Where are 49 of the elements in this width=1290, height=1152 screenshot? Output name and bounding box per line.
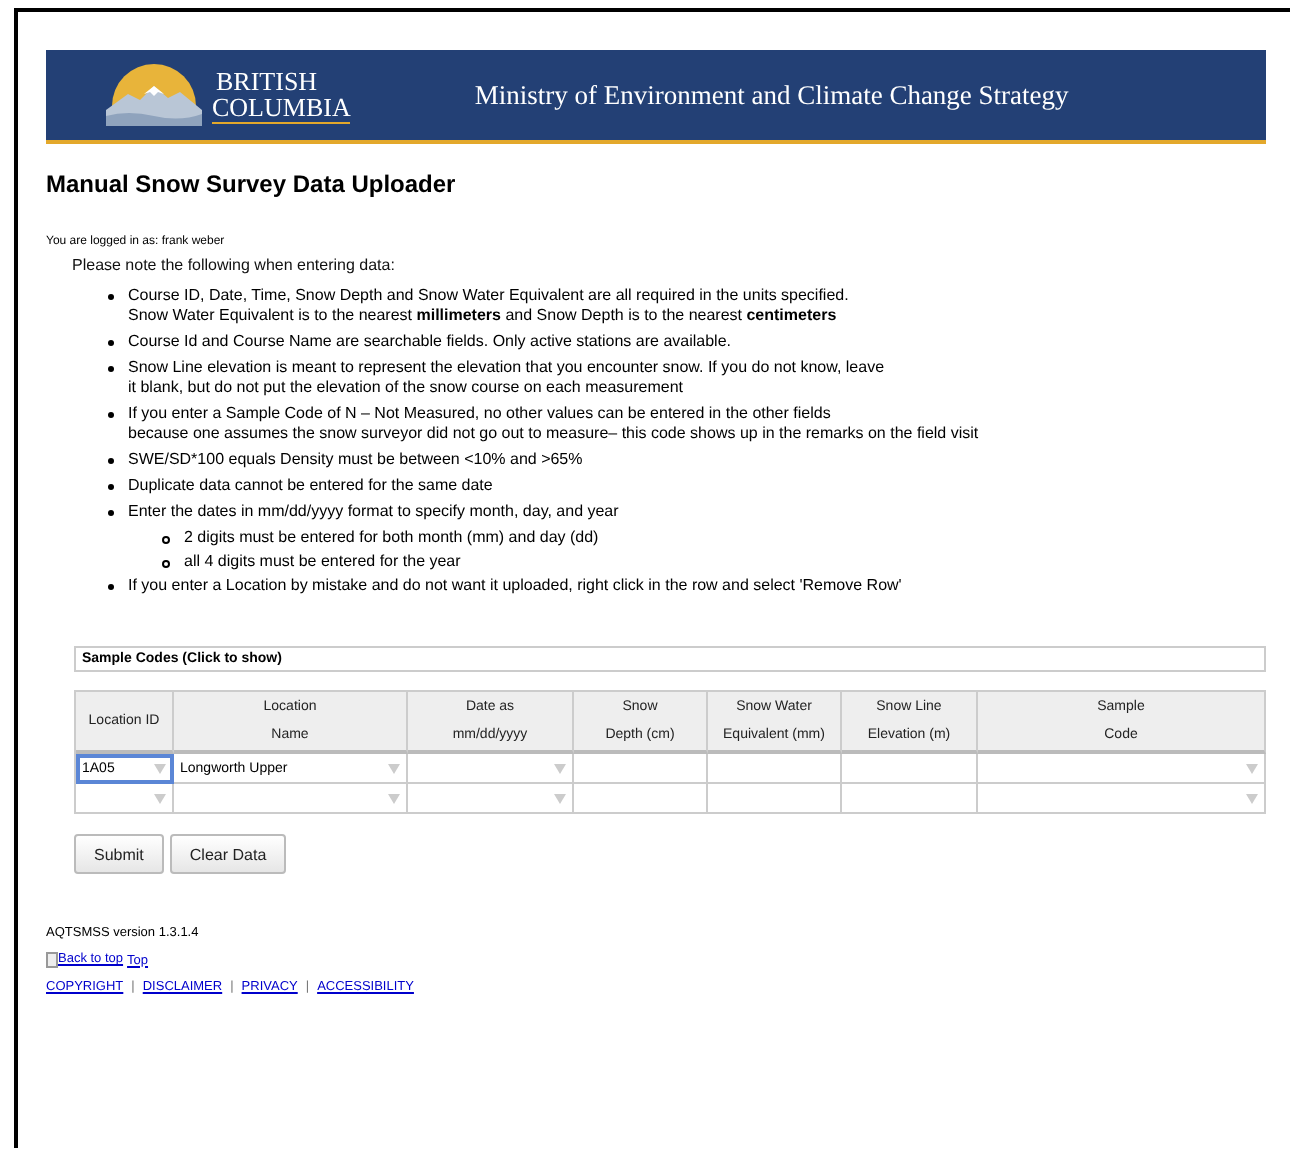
bullet-icon bbox=[108, 366, 114, 372]
table-cell[interactable] bbox=[842, 754, 978, 784]
table-cell[interactable] bbox=[408, 754, 574, 784]
caret-icon bbox=[554, 793, 566, 803]
bullet-icon bbox=[162, 560, 170, 568]
ministry-title: Ministry of Environment and Climate Change Strategy bbox=[474, 79, 1069, 111]
note-text: If you enter a Sample Code of N – Not Measured, no other values can be entered in the other fields because one assumes the snow surveyor did not go out to measure– this code shows up in the remarks on the field visit bbox=[128, 404, 979, 444]
note-text: all 4 digits must be entered for the year bbox=[184, 552, 461, 572]
table-cell[interactable] bbox=[978, 784, 1266, 814]
note-text: 2 digits must be entered for both month (mm) and day (dd) bbox=[184, 528, 599, 548]
logo-text: COLUMBIA bbox=[212, 93, 351, 123]
notes-intro: Please note the following when entering data: bbox=[72, 256, 397, 274]
caret-icon bbox=[388, 793, 400, 803]
table-cell[interactable] bbox=[574, 754, 708, 784]
note-text: If you enter a Location by mistake and do not want it uploaded, right click in the row and select 'Remove Row' bbox=[128, 576, 902, 596]
bullet-icon bbox=[162, 536, 170, 544]
table-cell[interactable] bbox=[76, 784, 174, 814]
logo-text: BRITISH bbox=[214, 67, 320, 93]
bullet-icon bbox=[108, 458, 114, 464]
table-cell[interactable] bbox=[174, 784, 408, 814]
table-cell[interactable] bbox=[408, 784, 574, 814]
table-cell[interactable] bbox=[978, 754, 1266, 784]
broken-image-icon bbox=[46, 952, 58, 968]
bullet-icon bbox=[108, 510, 114, 516]
note-text: Course ID, Date, Time, Snow Depth and Snow Water Equivalent are all required in the units specified. Snow Water Equivalent is to the nearest millimeters and Snow Depth is to the nearest centimeters bbox=[128, 286, 849, 326]
caret-icon bbox=[154, 793, 166, 803]
caret-icon bbox=[554, 763, 566, 773]
table-cell[interactable] bbox=[708, 784, 842, 814]
form-button[interactable]: Clear Data bbox=[169, 834, 287, 874]
note-text: Course Id and Course Name are searchable fields. Only active stations are available. bbox=[128, 332, 731, 352]
bullet-icon bbox=[108, 294, 114, 300]
note-text: Snow Line elevation is meant to represent the elevation that you encounter snow. If you do not know, leave it blank, but do not put the elevation of the snow course on each measurement bbox=[128, 358, 885, 398]
table-cell[interactable] bbox=[574, 784, 708, 814]
note-text: Duplicate data cannot be entered for the same date bbox=[128, 476, 493, 496]
caret-icon bbox=[1246, 793, 1258, 803]
caret-icon bbox=[388, 763, 400, 773]
bullet-icon bbox=[108, 340, 114, 346]
table-cell[interactable] bbox=[842, 784, 978, 814]
table-cell[interactable] bbox=[708, 754, 842, 784]
sun-mountain-logo-icon bbox=[104, 62, 204, 128]
caret-icon bbox=[154, 763, 166, 773]
page-title: Manual Snow Survey Data Uploader bbox=[46, 170, 458, 198]
bullet-icon bbox=[108, 584, 114, 590]
bullet-icon bbox=[108, 484, 114, 490]
note-text: Enter the dates in mm/dd/yyyy format to specify month, day, and year bbox=[128, 502, 619, 522]
form-button[interactable]: Submit bbox=[74, 834, 164, 874]
caret-icon bbox=[1246, 763, 1258, 773]
bullet-icon bbox=[108, 412, 114, 418]
note-text: SWE/SD*100 equals Density must be between <10% and >65% bbox=[128, 450, 583, 470]
